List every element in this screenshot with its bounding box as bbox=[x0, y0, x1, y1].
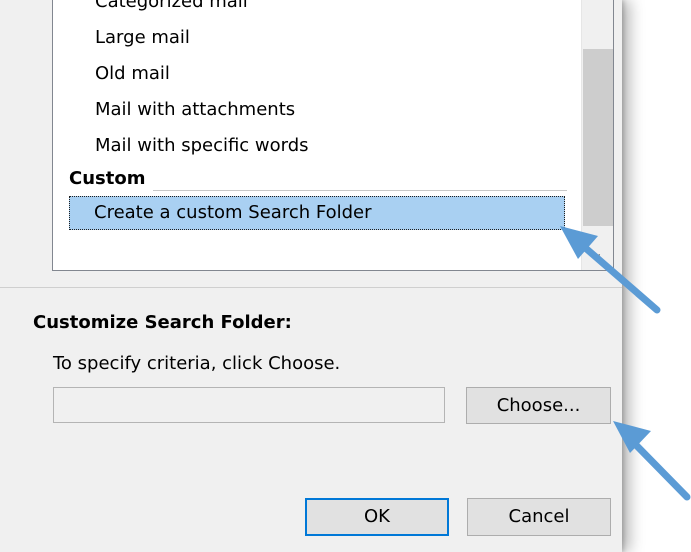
list-item-create-custom-search-folder[interactable]: Create a custom Search Folder bbox=[69, 196, 565, 230]
list-item-label: Create a custom Search Folder bbox=[94, 202, 372, 223]
list-item-large-mail[interactable]: Large mail bbox=[95, 26, 190, 50]
customize-section-label: Customize Search Folder: bbox=[33, 312, 292, 333]
arrow-icon bbox=[613, 421, 691, 501]
search-folder-list[interactable]: Categorized mail Large mail Old mail Mai… bbox=[52, 0, 614, 271]
ok-button[interactable]: OK bbox=[305, 498, 449, 536]
list-group-header-custom: Custom bbox=[69, 168, 146, 189]
list-item-mail-with-attachments[interactable]: Mail with attachments bbox=[95, 98, 295, 122]
list-item-categorized-mail[interactable]: Categorized mail bbox=[95, 0, 248, 14]
list-scrollbar[interactable]: ⌄ bbox=[581, 0, 613, 270]
new-search-folder-dialog: Categorized mail Large mail Old mail Mai… bbox=[0, 0, 622, 552]
cancel-button[interactable]: Cancel bbox=[467, 498, 611, 536]
section-divider bbox=[0, 287, 622, 288]
scroll-down-button[interactable]: ⌄ bbox=[582, 240, 613, 270]
criteria-field bbox=[53, 387, 445, 423]
scrollbar-thumb[interactable] bbox=[583, 49, 613, 226]
list-item-mail-with-specific-words[interactable]: Mail with specific words bbox=[95, 134, 309, 158]
chevron-down-icon: ⌄ bbox=[590, 243, 604, 262]
group-header-divider bbox=[153, 190, 567, 191]
screenshot-stage: Categorized mail Large mail Old mail Mai… bbox=[0, 0, 691, 552]
list-item-old-mail[interactable]: Old mail bbox=[95, 62, 170, 86]
criteria-instruction: To specify criteria, click Choose. bbox=[53, 353, 341, 374]
choose-button[interactable]: Choose... bbox=[466, 387, 611, 424]
